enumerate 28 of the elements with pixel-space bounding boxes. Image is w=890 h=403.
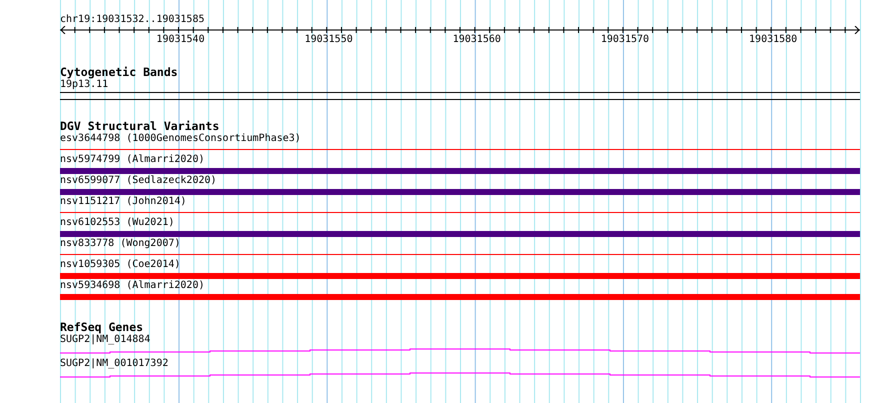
variant-bar[interactable]: [60, 231, 860, 237]
variant-line[interactable]: [60, 149, 860, 150]
variant-label[interactable]: nsv6599077 (Sedlazeck2020): [60, 175, 861, 187]
location-label: chr19:19031532..19031585: [60, 14, 206, 26]
variant-label[interactable]: nsv1151217 (John2014): [60, 196, 861, 208]
tick-label: 19031560: [452, 34, 501, 46]
variant-line[interactable]: [60, 254, 860, 255]
variant-label[interactable]: nsv6102553 (Wu2021): [60, 217, 861, 229]
variant-label[interactable]: nsv5934698 (Almarri2020): [60, 280, 861, 292]
variant-bar[interactable]: [60, 273, 860, 279]
variant-label[interactable]: nsv833778 (Wong2007): [60, 238, 861, 250]
tick-label: 19031540: [156, 34, 205, 46]
variant-label[interactable]: nsv5974799 (Almarri2020): [60, 154, 861, 166]
tick-label: 19031580: [749, 34, 798, 46]
tick-label: 19031550: [304, 34, 353, 46]
variant-label[interactable]: nsv1059305 (Coe2014): [60, 259, 861, 271]
track-title: RefSeq Genes: [60, 321, 144, 334]
variant-bar[interactable]: [60, 294, 860, 300]
gene-label[interactable]: SUGP2|NM_001017392: [60, 358, 861, 370]
variant-line[interactable]: [60, 212, 860, 213]
band-label: 19p13.11: [60, 79, 110, 91]
tick-label: 19031570: [600, 34, 650, 46]
variant-label[interactable]: esv3644798 (1000GenomesConsortiumPhase3): [60, 133, 861, 145]
gene-label[interactable]: SUGP2|NM_014884: [60, 334, 861, 346]
track-title: DGV Structural Variants: [60, 120, 220, 133]
variant-bar[interactable]: [60, 168, 860, 174]
variant-bar[interactable]: [60, 189, 860, 195]
track-title: Cytogenetic Bands: [60, 66, 179, 79]
